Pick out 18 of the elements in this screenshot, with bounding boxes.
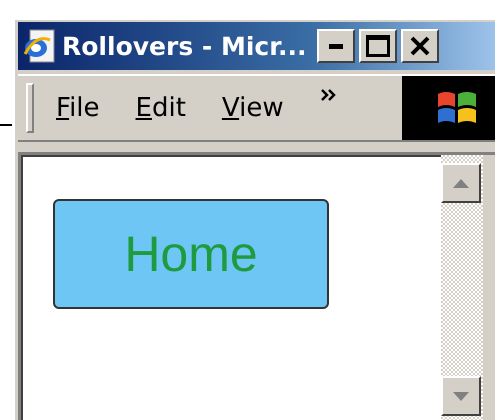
up-arrow-icon — [453, 178, 469, 188]
maximize-icon — [366, 35, 390, 57]
maximize-button[interactable] — [358, 29, 397, 63]
close-button[interactable] — [400, 29, 439, 63]
scroll-up-button[interactable] — [441, 163, 481, 203]
minimize-icon — [328, 44, 343, 48]
browser-icon — [22, 28, 56, 64]
down-arrow-icon — [453, 392, 469, 400]
vertical-scrollbar[interactable] — [441, 155, 483, 420]
menu-item[interactable]: View — [222, 93, 284, 123]
close-icon — [410, 36, 430, 56]
window-title: Rollovers - Micr... — [62, 32, 307, 60]
minimize-button[interactable] — [316, 29, 355, 63]
menu-item[interactable]: Edit — [136, 93, 186, 123]
toolbar-grip[interactable] — [26, 83, 34, 133]
chevron-icon[interactable] — [320, 88, 338, 102]
menu-item[interactable]: File — [56, 93, 100, 123]
scroll-down-button[interactable] — [441, 376, 481, 416]
